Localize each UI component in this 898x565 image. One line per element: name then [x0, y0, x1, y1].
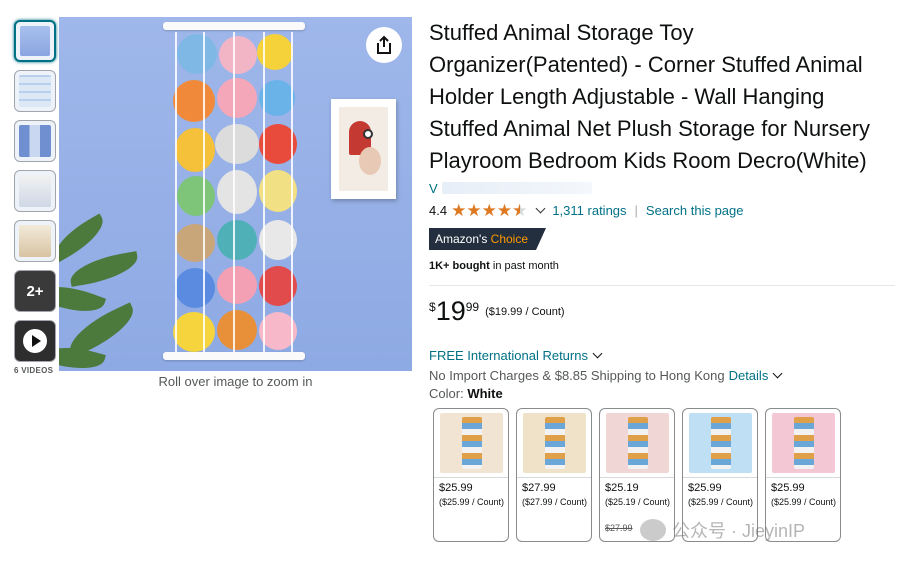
swatch-image	[689, 413, 752, 473]
share-icon	[377, 35, 391, 54]
color-selection-label: Color: White	[429, 386, 894, 404]
color-label: Color:	[429, 386, 464, 401]
product-details: Stuffed Animal Storage Toy Organizer(Pat…	[429, 17, 895, 542]
bought-rest: in past month	[492, 260, 559, 272]
badge-choice: Choice	[490, 232, 529, 246]
rating-number: 4.4	[429, 202, 448, 218]
search-page-link[interactable]: Search this page	[646, 203, 744, 218]
ratings-count-link[interactable]: 1,311 ratings	[552, 203, 626, 218]
play-icon	[23, 329, 47, 353]
video-thumbnail[interactable]	[14, 320, 56, 362]
swatch-unit-price: ($25.19 / Count)	[605, 497, 671, 507]
price-currency: $	[429, 300, 436, 314]
price-whole: 19	[435, 296, 466, 326]
plant-decoration	[59, 207, 149, 371]
price-per-unit: ($19.99 / Count)	[485, 306, 565, 318]
store-name-blurred	[441, 182, 592, 194]
swatch-price: $25.19	[605, 482, 639, 494]
separator: |	[634, 202, 638, 218]
swatch-image	[440, 413, 503, 473]
rating-row: 4.4 ★ ★ ★ ★ ★ 1,311 ratings | Search thi…	[429, 199, 894, 221]
star-icon: ★	[496, 200, 513, 220]
share-button[interactable]	[366, 27, 402, 63]
watermark: 公众号 · JieyinIP	[640, 517, 805, 543]
thumbnail-list: 2+ 6 VIDEOS	[14, 20, 56, 375]
star-icon: ★	[466, 200, 482, 220]
bought-count: 1K+ bought in past month	[429, 260, 894, 276]
thumbnail-4[interactable]	[14, 170, 56, 212]
more-images-label: 2+	[26, 282, 44, 300]
swatch-price: $25.99	[688, 482, 722, 494]
swatch-old-price: $27.99	[605, 523, 633, 533]
shipping-text: No Import Charges & $8.85 Shipping to Ho…	[429, 367, 725, 383]
chevron-down-icon[interactable]	[772, 368, 783, 379]
price-fraction: 99	[465, 300, 480, 314]
amazons-choice-badge[interactable]: Amazon's Choice	[429, 228, 547, 250]
half-star-icon: ★	[512, 202, 527, 219]
star-icon: ★	[481, 200, 497, 220]
wall-art-frame	[331, 99, 396, 199]
price: $ 19 99 ($19.99 / Count)	[429, 297, 894, 329]
store-link[interactable]: V	[429, 179, 894, 197]
returns-label: FREE International Returns	[429, 347, 588, 363]
color-swatch[interactable]: $27.99 ($27.99 / Count)	[516, 408, 592, 542]
product-title: Stuffed Animal Storage Toy Organizer(Pat…	[429, 20, 871, 173]
thumbnail-3[interactable]	[14, 120, 56, 162]
swatch-price: $25.99	[771, 482, 805, 494]
bought-bold: 1K+ bought	[429, 260, 490, 272]
swatch-image	[772, 413, 835, 473]
swatch-image	[606, 413, 669, 473]
color-value: White	[467, 386, 503, 401]
swatch-unit-price: ($25.99 / Count)	[771, 497, 837, 507]
store-initial: V	[429, 180, 438, 196]
main-product-image[interactable]	[59, 17, 412, 371]
thumbnail-1[interactable]	[14, 20, 56, 62]
star-icon: ★	[451, 200, 467, 220]
zoom-hint: Roll over image to zoom in	[158, 374, 313, 389]
swatch-price: $27.99	[522, 482, 556, 494]
toy-net-organizer	[163, 20, 305, 365]
free-returns-link[interactable]: FREE International Returns	[429, 346, 894, 364]
shipping-details-link[interactable]: Details	[729, 368, 769, 383]
star-rating[interactable]: ★ ★ ★ ★ ★	[451, 202, 527, 219]
color-swatch[interactable]: $25.99 ($25.99 / Count)	[433, 408, 509, 542]
divider	[429, 285, 895, 286]
videos-count-label: 6 VIDEOS	[14, 366, 54, 375]
swatch-image	[523, 413, 586, 473]
thumbnail-2[interactable]	[14, 70, 56, 112]
more-images-thumbnail[interactable]: 2+	[14, 270, 56, 312]
chevron-down-icon[interactable]	[535, 203, 546, 214]
chevron-down-icon	[592, 348, 603, 359]
swatch-price: $25.99	[439, 482, 473, 494]
shipping-info: No Import Charges & $8.85 Shipping to Ho…	[429, 366, 894, 384]
thumbnail-5[interactable]	[14, 220, 56, 262]
swatch-unit-price: ($27.99 / Count)	[522, 497, 588, 507]
swatch-unit-price: ($25.99 / Count)	[439, 497, 505, 507]
swatch-unit-price: ($25.99 / Count)	[688, 497, 754, 507]
watermark-text: 公众号 · JieyinIP	[672, 521, 806, 541]
wechat-icon	[640, 519, 666, 541]
badge-prefix: Amazon's	[435, 232, 488, 246]
